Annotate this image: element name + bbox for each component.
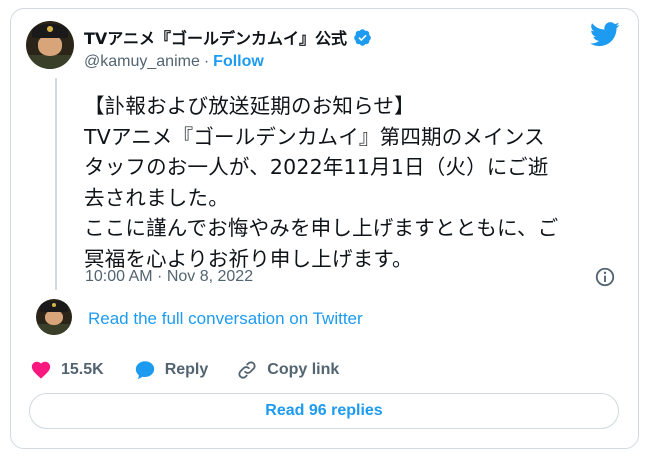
author-name-row[interactable]: TVアニメ『ゴールデンカムイ』公式 (84, 26, 372, 48)
tweet-text: 【訃報および放送延期のお知らせ】 TVアニメ『ゴールデンカムイ』第四期のメインス… (84, 94, 559, 271)
reply-button[interactable]: Reply (134, 359, 209, 381)
verified-badge-icon (354, 28, 371, 46)
copy-link-label: Copy link (267, 361, 340, 378)
author-handle[interactable]: @kamuy_anime (84, 53, 200, 71)
like-button[interactable]: 15.5K (30, 359, 104, 381)
read-replies-button[interactable]: Read 96 replies (29, 393, 619, 429)
link-icon (238, 361, 256, 379)
author-display-name[interactable]: TVアニメ『ゴールデンカムイ』公式 (84, 25, 347, 49)
separator-dot: · (203, 53, 210, 70)
read-conversation-link[interactable]: Read the full conversation on Twitter (88, 308, 363, 330)
author-handle-row: @kamuy_anime · Follow (84, 52, 264, 72)
tweet-actions: 15.5K Reply Copy link (30, 357, 339, 383)
speech-bubble-icon (135, 361, 154, 380)
tweet-timestamp[interactable]: 10:00 AM · Nov 8, 2022 (85, 266, 253, 288)
author-avatar[interactable] (26, 21, 74, 69)
reply-label: Reply (164, 361, 209, 378)
twitter-bird-icon[interactable] (590, 22, 620, 47)
follow-button[interactable]: Follow (213, 53, 264, 71)
copy-link-button[interactable]: Copy link (236, 359, 339, 381)
thread-line (55, 78, 57, 290)
conversation-avatar[interactable] (36, 299, 72, 335)
like-count: 15.5K (61, 361, 104, 378)
info-icon[interactable] (594, 266, 616, 288)
heart-icon (31, 361, 51, 379)
